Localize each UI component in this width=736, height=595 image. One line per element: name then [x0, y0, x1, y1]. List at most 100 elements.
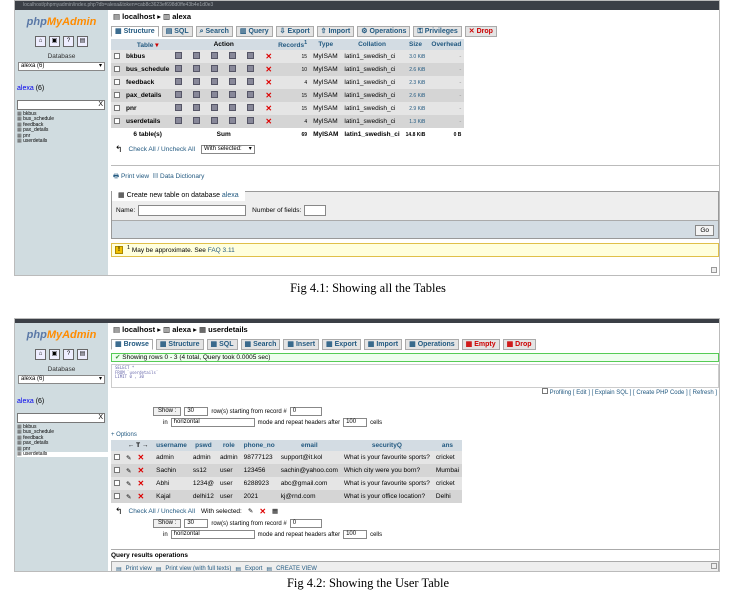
- breadcrumb-table[interactable]: userdetails: [208, 325, 248, 334]
- tab-empty[interactable]: ▦ Empty: [461, 339, 500, 350]
- delete-icon[interactable]: ✕: [137, 466, 144, 475]
- empty-icon[interactable]: [247, 117, 255, 124]
- table-name[interactable]: userdetails: [123, 115, 173, 128]
- breadcrumb-db[interactable]: alexa: [172, 325, 191, 334]
- row-checkbox[interactable]: [114, 91, 120, 98]
- docs-icon[interactable]: ▤: [77, 36, 88, 47]
- qro-link-2[interactable]: Export: [245, 566, 262, 571]
- drop-icon[interactable]: ✕: [265, 91, 272, 100]
- go-button[interactable]: Go: [695, 225, 714, 236]
- search-icon[interactable]: [211, 91, 219, 98]
- options-toggle[interactable]: + Options: [111, 432, 719, 438]
- row-checkbox[interactable]: [114, 78, 120, 85]
- size-cell[interactable]: 2.3 KiB: [402, 76, 429, 89]
- drop-icon[interactable]: ✕: [265, 104, 272, 113]
- table-name[interactable]: feedback: [123, 76, 173, 89]
- breadcrumb-db[interactable]: alexa: [172, 12, 191, 21]
- edit-icon[interactable]: ✎: [126, 468, 131, 475]
- size-cell[interactable]: 2.9 KiB: [402, 102, 429, 115]
- empty-icon[interactable]: [247, 65, 255, 72]
- row-checkbox[interactable]: [114, 65, 120, 72]
- empty-icon[interactable]: [247, 78, 255, 85]
- size-cell[interactable]: 3.0 KiB: [402, 50, 429, 63]
- row-checkbox[interactable]: [114, 52, 120, 59]
- fields-count-input[interactable]: [304, 205, 327, 216]
- row-checkbox[interactable]: [114, 479, 120, 486]
- drop-icon[interactable]: ✕: [265, 52, 272, 61]
- tab-import[interactable]: ⇧ Import: [316, 26, 355, 37]
- edit-icon[interactable]: ✎: [126, 481, 131, 488]
- row-checkbox[interactable]: [114, 453, 120, 460]
- drop-icon[interactable]: ✕: [265, 78, 272, 87]
- table-name[interactable]: pnr: [123, 102, 173, 115]
- sidebar-table-userdetails[interactable]: userdetails: [17, 138, 108, 144]
- database-select[interactable]: alexa (6): [18, 62, 105, 71]
- repeat-input-bottom[interactable]: 100: [343, 530, 368, 539]
- delete-icon[interactable]: ✕: [137, 453, 144, 462]
- insert-icon[interactable]: [229, 91, 237, 98]
- edit-selected-icon[interactable]: ✎: [248, 507, 253, 515]
- tab-query[interactable]: ▥ Query: [235, 26, 273, 37]
- export-selected-icon[interactable]: ▦: [272, 507, 278, 515]
- table-name[interactable]: pax_details: [123, 89, 173, 102]
- profiling-checkbox[interactable]: [541, 388, 548, 394]
- col-pswd[interactable]: pswd: [189, 440, 217, 451]
- help-icon[interactable]: ?: [63, 349, 74, 360]
- col-records[interactable]: Records1: [275, 39, 311, 50]
- search-icon[interactable]: [211, 52, 219, 59]
- help-icon[interactable]: ?: [63, 36, 74, 47]
- logout-icon[interactable]: ▣: [49, 349, 60, 360]
- sidebar-db-name[interactable]: alexa (6): [17, 85, 108, 92]
- sidebar-table-userdetails[interactable]: userdetails: [17, 451, 108, 458]
- drop-icon[interactable]: ✕: [265, 65, 272, 74]
- col-size[interactable]: Size: [402, 39, 429, 50]
- print-view-link[interactable]: Print view: [121, 173, 149, 180]
- row-checkbox[interactable]: [114, 492, 120, 499]
- start-input[interactable]: 0: [289, 407, 322, 416]
- structure-icon[interactable]: [193, 91, 201, 98]
- structure-icon[interactable]: [193, 78, 201, 85]
- row-checkbox[interactable]: [114, 104, 120, 111]
- delete-selected-icon[interactable]: ✕: [259, 507, 266, 516]
- database-select[interactable]: alexa (6): [18, 375, 105, 384]
- docs-icon[interactable]: ▤: [77, 349, 88, 360]
- mode-select[interactable]: horizontal: [170, 418, 255, 427]
- insert-icon[interactable]: [229, 104, 237, 111]
- browse-icon[interactable]: [175, 117, 183, 124]
- col-collation[interactable]: Collation: [341, 39, 403, 50]
- tab-search[interactable]: ▦ Search: [240, 339, 281, 350]
- check-all-link[interactable]: Check All / Uncheck All: [129, 508, 195, 515]
- tab-drop[interactable]: ▦ Drop: [502, 339, 536, 350]
- drop-icon[interactable]: ✕: [265, 117, 272, 126]
- col-table[interactable]: Table ▾: [123, 39, 173, 50]
- col-username[interactable]: username: [153, 440, 190, 451]
- table-filter-input[interactable]: X: [17, 100, 105, 110]
- col-type[interactable]: Type: [310, 39, 342, 50]
- search-icon[interactable]: [211, 104, 219, 111]
- browse-icon[interactable]: [175, 78, 183, 85]
- browse-icon[interactable]: [175, 104, 183, 111]
- search-icon[interactable]: [211, 117, 219, 124]
- tab-browse[interactable]: ▦ Browse: [111, 339, 153, 350]
- size-cell[interactable]: 2.6 KiB: [402, 63, 429, 76]
- tab-insert[interactable]: ▦ Insert: [283, 339, 320, 350]
- qro-link-0[interactable]: Print view: [126, 566, 152, 571]
- structure-icon[interactable]: [193, 65, 201, 72]
- data-dictionary-link[interactable]: Data Dictionary: [160, 173, 204, 180]
- delete-icon[interactable]: ✕: [137, 479, 144, 488]
- rows-input[interactable]: 30: [184, 407, 209, 416]
- row-checkbox[interactable]: [114, 466, 120, 473]
- empty-icon[interactable]: [247, 91, 255, 98]
- row-checkbox[interactable]: [114, 117, 120, 124]
- col-securityq[interactable]: securityQ: [340, 440, 433, 451]
- empty-icon[interactable]: [247, 52, 255, 59]
- faq-link[interactable]: FAQ 3.11: [208, 248, 235, 255]
- table-name[interactable]: bkbus: [123, 50, 173, 63]
- clear-filter-icon[interactable]: X: [98, 414, 103, 421]
- tab-structure[interactable]: ▦ Structure: [155, 339, 204, 350]
- edit-icon[interactable]: ✎: [126, 494, 131, 501]
- tab-sql[interactable]: ▦ SQL: [206, 339, 238, 350]
- mode-select-bottom[interactable]: horizontal: [170, 530, 255, 539]
- structure-icon[interactable]: [193, 52, 201, 59]
- insert-icon[interactable]: [229, 52, 237, 59]
